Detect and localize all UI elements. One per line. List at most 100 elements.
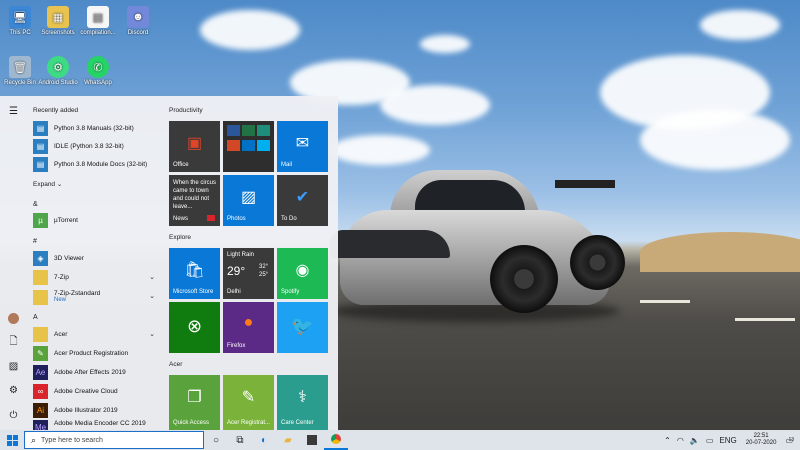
cloud xyxy=(380,85,490,125)
search-placeholder: Type here to search xyxy=(41,436,103,444)
app-item-7zip-zstandard[interactable]: 7-Zip-Zstandard New ⌄ xyxy=(33,288,161,306)
computer-icon: 🖥 xyxy=(9,6,31,28)
documents-icon[interactable]: 🗋 xyxy=(7,336,20,349)
folder-icon xyxy=(33,270,48,285)
tile-news[interactable]: When the circus came to town and could n… xyxy=(169,175,220,226)
new-badge: New xyxy=(54,297,67,304)
tile-label: Office xyxy=(173,162,189,168)
desktop-icon-discord[interactable]: ☻ Discord xyxy=(118,6,158,36)
tile-todo[interactable]: ✔ To Do xyxy=(277,175,328,226)
tile-spotify[interactable]: ◉ Spotify xyxy=(277,248,328,299)
app-item-3d-viewer[interactable]: ◈ 3D Viewer xyxy=(33,250,161,267)
desktop-icon-whatsapp[interactable]: ✆ WhatsApp xyxy=(78,56,118,86)
notifications-icon[interactable]: ▭ 13 xyxy=(785,436,794,445)
pictures-icon[interactable]: ▨ xyxy=(7,360,20,373)
edge-icon[interactable]: ◐ xyxy=(252,430,276,450)
battery-icon[interactable]: ▭ xyxy=(706,436,714,445)
section-letter[interactable]: & xyxy=(33,201,38,208)
tile-office[interactable]: ▣ Office xyxy=(169,121,220,172)
volume-icon[interactable]: 🔈 xyxy=(690,436,700,445)
group-title-explore[interactable]: Explore xyxy=(169,234,191,241)
skype-icon xyxy=(257,140,270,151)
app-item-python-docs[interactable]: ▤ Python 3.8 Module Docs (32-bit) xyxy=(33,156,161,173)
task-view-icon[interactable]: ⧉ xyxy=(228,430,252,450)
tile-microsoft-store[interactable]: 🛍 Microsoft Store xyxy=(169,248,220,299)
app-item-idle[interactable]: ▤ IDLE (Python 3.8 32-bit) xyxy=(33,138,161,155)
wifi-icon[interactable]: ◠ xyxy=(677,436,684,445)
app-item-acer[interactable]: Acer ⌄ xyxy=(33,326,161,343)
app-item-creative-cloud[interactable]: ∞ Adobe Creative Cloud xyxy=(33,383,161,400)
group-title-acer[interactable]: Acer xyxy=(169,361,182,368)
tile-office-apps-folder[interactable] xyxy=(223,121,274,172)
power-icon[interactable]: ⏻ xyxy=(7,409,20,422)
illustrator-icon: Ai xyxy=(33,403,48,418)
notification-count: 13 xyxy=(788,436,794,443)
tile-xbox[interactable]: ⊗ xyxy=(169,302,220,353)
app-item-label: 7-Zip-Zstandard New xyxy=(54,290,100,304)
app-item-acer-product-registration[interactable]: ✎ Acer Product Registration xyxy=(33,345,161,362)
app-item-python-manuals[interactable]: ▤ Python 3.8 Manuals (32-bit) xyxy=(33,120,161,137)
road-marking xyxy=(640,300,690,303)
tile-weather[interactable]: Light Rain 29° 32° 25° Delhi xyxy=(223,248,274,299)
photos-icon: ▨ xyxy=(240,189,257,206)
desktop-icon-recycle-bin[interactable]: 🗑 Recycle Bin xyxy=(0,56,40,86)
tile-firefox[interactable]: ● Firefox xyxy=(223,302,274,353)
after-effects-icon: Ae xyxy=(33,365,48,380)
group-title-productivity[interactable]: Productivity xyxy=(169,107,203,114)
file-explorer-icon[interactable]: ▰ xyxy=(276,430,300,450)
app-item-label: µTorrent xyxy=(54,216,78,224)
office-icon: ▣ xyxy=(186,135,203,152)
tile-quick-access[interactable]: ❐ Quick Access xyxy=(169,375,220,430)
tile-photos[interactable]: ▨ Photos xyxy=(223,175,274,226)
app-item-utorrent[interactable]: µ µTorrent xyxy=(33,212,161,229)
care-center-icon: ⚕ xyxy=(298,389,307,406)
app-item-label: Adobe Creative Cloud xyxy=(54,387,118,395)
settings-gear-icon[interactable]: ⚙ xyxy=(7,384,20,397)
start-button[interactable] xyxy=(0,430,24,450)
whatsapp-icon: ✆ xyxy=(87,56,109,78)
tile-twitter[interactable]: 🐦 xyxy=(277,302,328,353)
cortana-icon[interactable]: ○ xyxy=(204,430,228,450)
chevron-down-icon: ⌄ xyxy=(56,181,63,188)
tile-mail[interactable]: ✉ Mail xyxy=(277,121,328,172)
desktop-icon-screenshots[interactable]: ▦ Screenshots xyxy=(38,6,78,36)
app-item-after-effects[interactable]: Ae Adobe After Effects 2019 xyxy=(33,364,161,381)
hamburger-menu-icon[interactable]: ☰ xyxy=(7,105,20,118)
app-item-label: Acer xyxy=(54,330,68,338)
expand-button[interactable]: Expand ⌄ xyxy=(33,180,62,188)
tile-label: News xyxy=(173,216,189,222)
store-bag-icon: 🛍 xyxy=(184,262,205,279)
desktop-icon-android-studio[interactable]: ⚙ Android Studio xyxy=(38,56,78,86)
tile-care-center[interactable]: ⚕ Care Center xyxy=(277,375,328,430)
desktop-icon-compilation[interactable]: ▤ compilation... xyxy=(78,6,118,36)
windows-logo-icon xyxy=(6,434,18,446)
app-item-7zip[interactable]: 7-Zip ⌄ xyxy=(33,269,161,286)
clock-date: 20-07-2020 xyxy=(745,440,777,446)
weather-city: Delhi xyxy=(227,289,241,295)
app-item-illustrator[interactable]: Ai Adobe Illustrator 2019 xyxy=(33,402,161,419)
desktop-icon-this-pc[interactable]: 🖥 This PC xyxy=(0,6,40,36)
section-letter[interactable]: # xyxy=(33,238,37,245)
3d-cube-icon: ◈ xyxy=(33,251,48,266)
tile-label: Photos xyxy=(227,216,246,222)
clock[interactable]: 22:51 20-07-2020 xyxy=(746,433,777,447)
sports-car-image xyxy=(330,155,625,325)
tile-acer-registration[interactable]: ✎ Acer Registrat... xyxy=(223,375,274,430)
app-item-label: Adobe Illustrator 2019 xyxy=(54,406,118,414)
language-indicator[interactable]: ENG xyxy=(719,436,736,445)
chrome-icon[interactable] xyxy=(324,430,348,450)
user-avatar[interactable] xyxy=(7,312,20,325)
desktop-icon-label: Recycle Bin xyxy=(4,80,36,86)
taskbar-search-box[interactable]: ⌕ Type here to search xyxy=(24,431,204,449)
app-item-media-encoder[interactable]: Me Adobe Media Encoder CC 2019 xyxy=(33,420,161,430)
chevron-up-icon[interactable]: ⌃ xyxy=(664,436,671,445)
taskbar-app-icon[interactable] xyxy=(300,430,324,450)
folder-icon: ▦ xyxy=(47,6,69,28)
app-item-label: Adobe After Effects 2019 xyxy=(54,368,126,376)
tile-label: Acer Registrat... xyxy=(227,420,271,426)
section-letter[interactable]: A xyxy=(33,314,38,321)
taskbar: ⌕ Type here to search ○ ⧉ ◐ ▰ ⌃ ◠ 🔈 ▭ EN… xyxy=(0,430,800,450)
tile-label: Care Center xyxy=(281,420,314,426)
excel-icon xyxy=(242,125,255,136)
tile-label: Firefox xyxy=(227,343,246,349)
